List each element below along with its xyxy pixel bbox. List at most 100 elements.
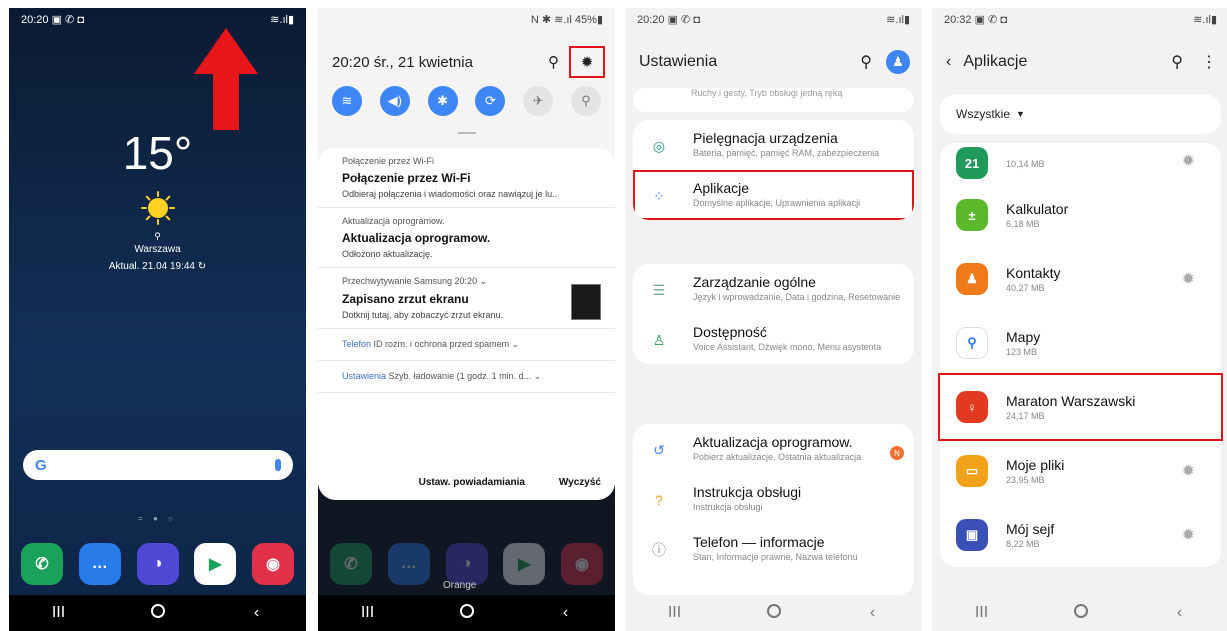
notification-item[interactable]: Połączenie przez Wi-Fi Połączenie przez W… [318, 148, 615, 208]
app-list-item[interactable]: ± Kalkulator 6,18 MB [940, 183, 1221, 247]
back-button[interactable]: ‹ [853, 604, 893, 622]
home-screen-panel: 20:20 ▣ ✆ ◘ ≋.ıl▮ 15° ⚲ Warszawa Aktual.… [9, 8, 306, 631]
app-name: Moje pliki [1006, 457, 1065, 473]
back-button[interactable]: ‹ [546, 604, 586, 622]
search-icon[interactable]: ⚲ [860, 52, 872, 72]
app-text: Kalkulator 6,18 MB [1006, 201, 1068, 229]
clear-button[interactable]: Wyczyść [559, 477, 601, 488]
weather-updated[interactable]: Aktual. 21.04 19:44 ↻ [9, 261, 306, 272]
settings-item-apps[interactable]: ⁘ Aplikacje Domyślne aplikacje, Uprawnieni… [633, 170, 914, 220]
google-search-bar[interactable]: G [23, 450, 293, 480]
settings-item-title: Dostępność [693, 324, 767, 340]
settings-item-general-management[interactable]: ☰ Zarządzanie ogólne Język i wprowadzanie,… [633, 264, 914, 314]
settings-item-subtitle: Pobierz aktualizacje, Ostatnia aktualiza… [693, 452, 862, 462]
app-list-item[interactable]: ▭ Moje pliki 23,95 MB ✹ [940, 439, 1221, 503]
home-button[interactable] [754, 603, 794, 623]
screenshot-thumbnail[interactable] [571, 284, 601, 320]
settings-item-text: Aplikacje Domyślne aplikacje, Uprawnienia… [693, 180, 860, 208]
messages-app-icon[interactable]: … [78, 543, 121, 585]
more-options-icon[interactable]: ⋮ [1201, 52, 1217, 72]
status-time: 20:32 [944, 13, 972, 26]
home-button[interactable] [447, 603, 487, 623]
account-avatar-icon[interactable]: ♟ [886, 50, 910, 74]
settings-item-title: Telefon — informacje [693, 534, 825, 550]
general-management-icon: ☰ [652, 281, 666, 298]
settings-item-accessibility[interactable]: ♙ Dostępność Voice Assistant, Dźwięk mono,… [633, 314, 914, 364]
app-icon: ♟ [956, 263, 988, 295]
phone-app-icon[interactable]: ✆ [21, 543, 63, 585]
app-icon: ▣ [956, 519, 988, 551]
app-settings-gear-icon[interactable]: ✹ [1182, 269, 1195, 289]
wifi-toggle-icon[interactable]: ≋ [332, 86, 362, 116]
play-store-app-icon[interactable]: ▶ [503, 543, 546, 585]
app-filter-dropdown[interactable]: Wszystkie ▼ [940, 94, 1221, 134]
notification-title: Zapisano zrzut ekranu [342, 292, 469, 306]
app-list-item[interactable]: 21 10,14 MB ✹ [940, 143, 1221, 183]
app-icon: ⚲ [956, 327, 988, 359]
flashlight-toggle-icon[interactable]: ⚲ [570, 86, 601, 116]
recents-button[interactable]: III [962, 604, 1002, 622]
tutorial-screenshot: 20:20 ▣ ✆ ◘ ≋.ıl▮ 15° ⚲ Warszawa Aktual.… [0, 0, 1227, 631]
collapsed-notification[interactable]: Ustawienia Szyb. ładowanie (1 godz. 1 mi… [318, 361, 615, 393]
app-icon: ± [956, 199, 988, 231]
home-button[interactable] [138, 603, 178, 623]
status-time: 20:20 [21, 13, 49, 26]
app-text: 10,14 MB [1006, 157, 1045, 169]
back-button[interactable]: ‹ [1160, 604, 1200, 622]
phone-app-icon[interactable]: ✆ [330, 543, 372, 585]
camera-app-icon[interactable]: ◉ [252, 543, 294, 585]
notification-body: Odbieraj połączenia i wiadomości oraz na… [342, 189, 558, 199]
settings-item-device-care[interactable]: ◎ Pielęgnacja urządzenia Bateria, pamięć, … [633, 120, 914, 170]
sound-toggle-icon[interactable]: ◀) [379, 86, 410, 116]
recents-button[interactable]: III [39, 604, 79, 622]
airplane-toggle-icon[interactable]: ✈ [523, 86, 554, 116]
app-dock: ✆ … ◑ ▶ ◉ [21, 543, 294, 585]
quick-toggles: ≋ ◀) ✱ ⟳ ✈ ⚲ [332, 86, 601, 116]
app-list-item[interactable]: ♀ Maraton Warszawski 24,17 MB [938, 373, 1223, 441]
notification-item[interactable]: Przechwytywanie Samsung 20:20 ⌄ Zapisano … [318, 268, 615, 329]
user-manual-icon: ? [655, 492, 663, 508]
app-list-item[interactable]: ⚲ Mapy 123 MB [940, 311, 1221, 375]
app-settings-gear-icon[interactable]: ✹ [1182, 525, 1195, 545]
notification-settings-button[interactable]: Ustaw. powiadamiania [419, 477, 525, 488]
internet-app-icon[interactable]: ◑ [445, 543, 488, 585]
search-icon[interactable]: ⚲ [1171, 52, 1183, 72]
quick-panel-header: 20:20 śr., 21 kwietnia ⚲ ✹ [332, 46, 605, 78]
bluetooth-toggle-icon[interactable]: ✱ [427, 86, 458, 116]
recents-button[interactable]: III [348, 604, 388, 622]
refresh-icon[interactable]: ↻ [198, 261, 206, 272]
filter-value: Wszystkie [956, 107, 1010, 121]
app-size: 10,14 MB [1006, 159, 1045, 169]
internet-app-icon[interactable]: ◑ [136, 543, 179, 585]
app-size: 24,17 MB [1006, 411, 1045, 421]
play-store-app-icon[interactable]: ▶ [194, 543, 237, 585]
settings-item-user-manual[interactable]: ? Instrukcja obsługi Instrukcja obsługi [633, 474, 914, 524]
back-button[interactable]: ‹ [237, 604, 277, 622]
recents-button[interactable]: III [655, 604, 695, 622]
app-list-item[interactable]: ♟ Kontakty 40,27 MB ✹ [940, 247, 1221, 311]
settings-item-software-update[interactable]: ↺ Aktualizacja oprogramow. Pobierz aktuali… [633, 424, 914, 474]
back-arrow-icon[interactable]: ‹ [946, 53, 951, 71]
settings-item-about-phone[interactable]: ⓘ Telefon — informacje Stan, Informacje pr… [633, 524, 914, 574]
messages-app-icon[interactable]: … [387, 543, 430, 585]
collapsed-notification-list: Telefon ID rozm. i ochrona przed spamem … [318, 329, 615, 393]
app-list-item[interactable]: ▣ Mój sejf 8,22 MB ✹ [940, 503, 1221, 567]
apps-icon: ⁘ [653, 187, 665, 204]
settings-gear-button[interactable]: ✹ [569, 46, 605, 78]
app-settings-gear-icon[interactable]: ✹ [1182, 461, 1195, 481]
camera-app-icon[interactable]: ◉ [561, 543, 603, 585]
page-indicator: = ● ○ [138, 514, 177, 523]
app-size: 8,22 MB [1006, 539, 1040, 549]
settings-group-1: ◎ Pielęgnacja urządzenia Bateria, pamięć, … [633, 120, 914, 220]
auto-rotate-toggle-icon[interactable]: ⟳ [475, 86, 506, 116]
search-icon[interactable]: ⚲ [548, 53, 559, 71]
mic-icon[interactable] [275, 459, 281, 471]
home-button[interactable] [1061, 603, 1101, 623]
app-settings-gear-icon[interactable]: ✹ [1182, 151, 1195, 171]
signal-icons: ≋.ıl▮ [1193, 13, 1217, 26]
settings-group-3: ↺ Aktualizacja oprogramow. Pobierz aktuali… [633, 424, 914, 595]
collapsed-notification[interactable]: Telefon ID rozm. i ochrona przed spamem … [318, 329, 615, 361]
notification-item[interactable]: Aktualizacja oprogramow. Aktualizacja opr… [318, 208, 615, 268]
dropdown-arrow-icon: ▼ [1016, 109, 1025, 119]
panel-handle[interactable] [458, 132, 476, 134]
